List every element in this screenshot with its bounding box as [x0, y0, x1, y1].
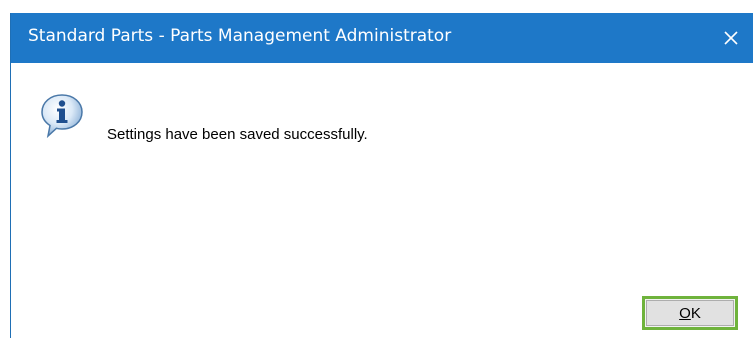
ok-button[interactable]: OK — [642, 296, 738, 330]
ok-label-rest: K — [690, 304, 701, 322]
window-title: Standard Parts - Parts Management Admini… — [28, 26, 452, 46]
info-icon — [41, 94, 83, 139]
dialog-body: Settings have been saved successfully. O… — [11, 63, 753, 338]
message-text: Settings have been saved successfully. — [107, 126, 368, 143]
ok-button-face[interactable]: OK — [646, 300, 734, 326]
title-bar[interactable]: Standard Parts - Parts Management Admini… — [11, 13, 753, 63]
ok-accelerator-letter: O — [679, 304, 691, 322]
close-button[interactable] — [708, 13, 753, 63]
close-icon — [724, 31, 738, 45]
message-dialog: Standard Parts - Parts Management Admini… — [10, 13, 753, 338]
